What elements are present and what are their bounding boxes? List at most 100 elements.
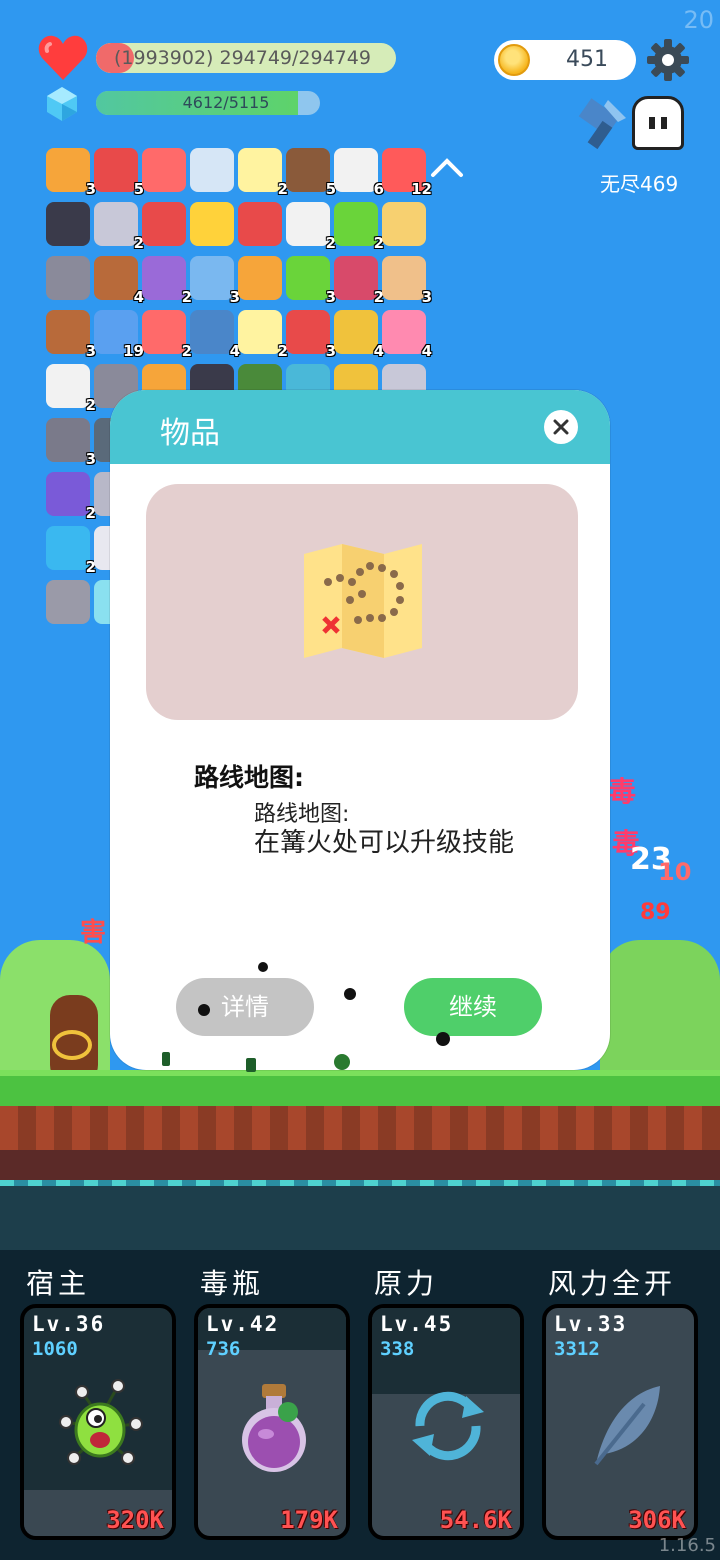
skill-value: 338 [380,1338,415,1360]
dialog-title: 物品 [160,416,220,451]
lime-icon[interactable]: 2 [334,202,384,252]
hero-ring [52,1030,92,1060]
coin-counter: 451 [494,40,636,80]
cycle-arrows-icon [412,1391,484,1461]
endless-mode-label: 无尽469 [600,172,679,196]
ground-shadow [0,1150,720,1180]
heart-icon [38,35,88,80]
close-icon [553,419,569,435]
hood-icon[interactable] [46,202,90,246]
cauldron-icon[interactable]: 3 [46,418,96,468]
debris [334,1054,350,1070]
halo-mustache-icon[interactable]: 4 [334,310,384,360]
debris [258,962,268,972]
debris [344,988,356,1000]
dialog-header: 物品 [110,390,610,464]
continue-button[interactable]: 继续 [404,978,542,1036]
blue-shield-icon[interactable]: 4 [190,310,240,360]
skill-name-poison: 毒瓶 [200,1267,265,1300]
bush-right [600,940,720,1070]
fist-icon[interactable]: 3 [382,256,432,306]
ghost-boss-icon[interactable] [632,96,684,150]
damage-text: 10 [658,858,692,886]
book-icon[interactable]: 3 [46,148,96,198]
coconut-drink-icon[interactable]: 3 [46,310,96,360]
skill-card-host[interactable]: Lv.36 1060 320K [20,1304,176,1540]
round-shield-icon[interactable]: 4 [94,256,144,306]
ice-cream-icon[interactable]: 4 [382,310,432,360]
boss-tools-icon[interactable] [574,96,634,152]
poison-bottle-icon [242,1384,306,1472]
skill-card-force[interactable]: Lv.45 338 54.6K [368,1304,524,1540]
fried-egg-icon[interactable]: 2 [238,310,288,360]
watermelon-icon[interactable]: 12 [382,148,432,198]
crown-icon[interactable] [238,256,282,300]
zombie-icon[interactable]: 3 [286,256,336,306]
chevron-up-icon[interactable] [430,156,464,178]
virus-monster-icon [59,1379,143,1465]
capsule-icon[interactable]: 3 [190,256,240,306]
skill-level: Lv.36 [32,1312,106,1336]
ghost-icon[interactable]: 2 [46,364,96,414]
ground-grass [0,1070,720,1106]
damage-text: 89 [640,900,671,925]
map-icon[interactable] [382,202,426,246]
skill-level: Lv.45 [380,1312,454,1336]
sock-icon[interactable]: 5 [94,148,144,198]
skill-name-force: 原力 [374,1267,439,1300]
damage-text: 害 [80,918,107,948]
skill-cost: 179K [280,1506,338,1534]
skill-level: Lv.42 [206,1312,280,1336]
tombstone-icon[interactable]: 2 [94,202,144,252]
helmet-icon[interactable] [46,256,90,300]
version-label: 1.16.5 [658,1535,716,1556]
detail-button[interactable]: 详情 [176,978,314,1036]
blue-gem-icon[interactable]: 2 [46,526,96,576]
sun-icon[interactable] [190,202,234,246]
bookmark-icon[interactable] [142,202,186,246]
item-count: 3 [421,288,432,306]
item-count: 19 [123,342,144,360]
skill-card-poison[interactable]: Lv.42 736 179K [194,1304,350,1540]
jam-jar-icon[interactable]: 2 [334,256,384,306]
skill-cost: 320K [106,1506,164,1534]
percent-tag-icon[interactable] [142,148,186,192]
skill-value: 3312 [554,1338,600,1360]
debris [246,1058,256,1072]
pill-icon[interactable]: 2 [142,310,192,360]
debris [162,1052,170,1066]
coconut-icon[interactable]: 5 [286,148,336,198]
clipboard-icon[interactable]: 2 [286,202,336,252]
skill-value: 1060 [32,1338,78,1360]
mana-text: 4612/5115 [182,93,270,112]
fps-counter: 20 [683,6,714,34]
treasure-map-icon [304,544,422,658]
feather-icon [594,1386,660,1466]
damage-text: 毒 [608,775,637,808]
debris [436,1032,450,1046]
skill-cost: 54.6K [439,1506,512,1534]
item-preview [146,484,578,720]
mana-bar: 4612/5115 [96,91,320,115]
mushroom-icon[interactable]: 3 [286,310,336,360]
star-shield-icon[interactable]: 2 [142,256,192,306]
sneaker-icon[interactable] [238,202,282,246]
flower-icon[interactable]: 2 [238,148,288,198]
skill-name-host: 宿主 [26,1267,91,1300]
cloud-icon[interactable]: 6 [334,148,384,198]
health-bar: (1993902) 294749/294749 [96,43,396,73]
skill-value: 736 [206,1338,241,1360]
close-button[interactable] [544,410,578,444]
star-card-icon[interactable]: 19 [94,310,144,360]
item-description: 在篝火处可以升级技能 [254,828,515,858]
sword-icon[interactable] [190,148,234,192]
skill-cost: 306K [628,1506,686,1534]
glass-pane-icon[interactable] [46,580,90,624]
skill-card-wind[interactable]: Lv.33 3312 306K [542,1304,698,1540]
gear-icon[interactable] [646,38,690,82]
item-count: 12 [411,180,432,198]
item-name: 路线地图: [194,763,304,792]
purple-chest-icon[interactable]: 2 [46,472,96,522]
skill-level: Lv.33 [554,1312,628,1336]
coin-amount: 451 [566,47,608,72]
